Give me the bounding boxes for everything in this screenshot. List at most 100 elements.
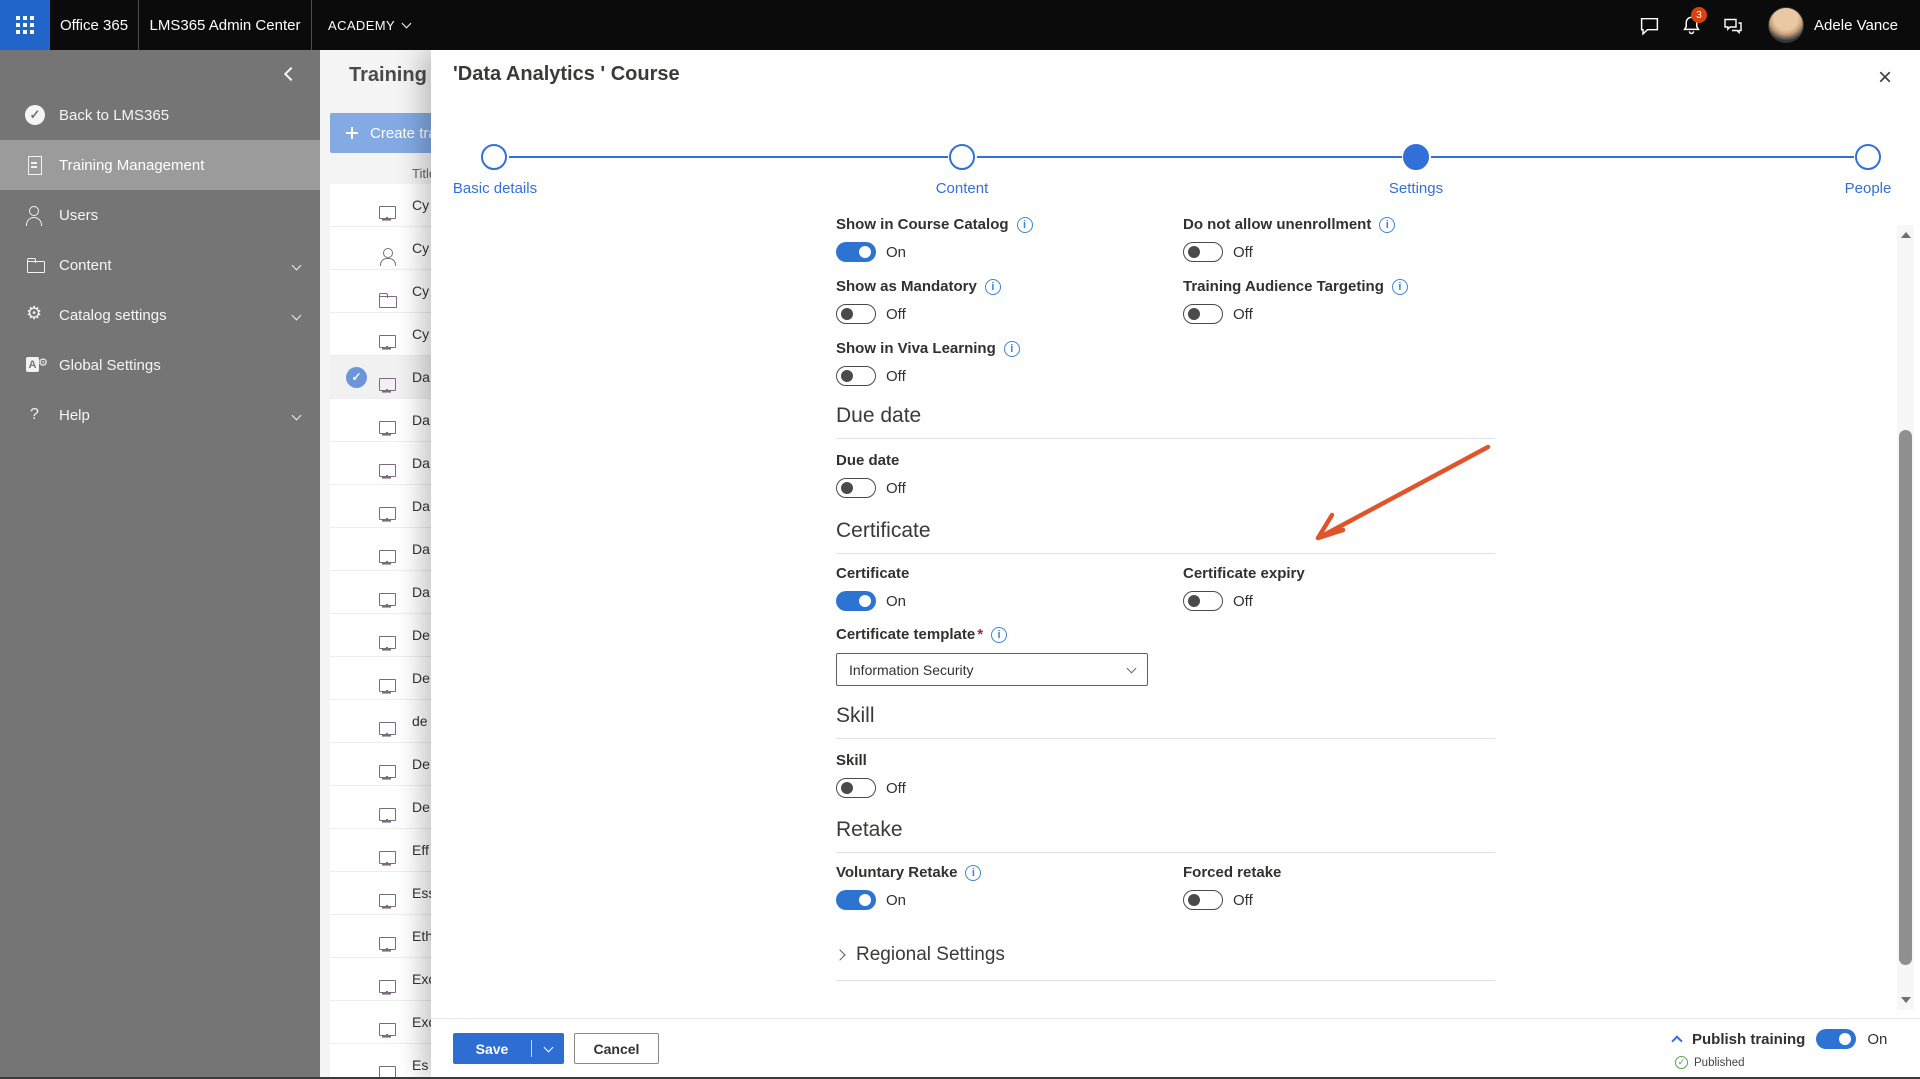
sidebar-item-label: Users [59, 206, 99, 224]
info-icon[interactable]: i [1003, 340, 1020, 357]
info-icon[interactable]: i [1391, 278, 1408, 295]
cancel-button[interactable]: Cancel [574, 1033, 659, 1064]
due-date-toggle[interactable] [836, 478, 876, 498]
step-basic-details-circle[interactable] [481, 144, 507, 170]
publish-training-toggle[interactable] [1816, 1029, 1857, 1049]
show-in-course-catalog-toggle[interactable] [836, 242, 876, 262]
publish-training-label: Publish training [1692, 1030, 1806, 1048]
suite-top-bar: Office 365 LMS365 Admin Center ACADEMY 3… [0, 0, 1920, 50]
certificate-toggle[interactable] [836, 591, 876, 611]
chevron-down-icon [291, 260, 302, 270]
chevron-up-icon[interactable] [1671, 1035, 1683, 1047]
list-item-title: Da [412, 498, 430, 514]
list-item-title: de [412, 713, 428, 729]
list-item-title: Da [412, 541, 430, 557]
chevron-down-icon [401, 18, 412, 28]
waffle-grid-icon [16, 16, 34, 34]
list-item-title: De [412, 756, 430, 772]
show-as-mandatory-toggle[interactable] [836, 304, 876, 324]
step-people-label[interactable]: People [1845, 180, 1892, 197]
required-asterisk: * [977, 626, 984, 643]
chevron-right-icon [834, 949, 846, 961]
close-icon[interactable]: × [1874, 62, 1896, 94]
users-icon [25, 205, 45, 226]
section-certificate: Certificate [836, 519, 1495, 554]
list-item-title: Eth [412, 928, 434, 944]
admin-sidebar: Back to LMS365 Training Management Users… [0, 50, 320, 1079]
forced-retake-toggle[interactable] [1183, 890, 1223, 910]
sidebar-item-label: Global Settings [59, 356, 161, 374]
user-avatar[interactable] [1768, 7, 1805, 43]
certificate-template-dropdown[interactable]: Information Security [836, 653, 1148, 686]
certificate-template-value: Information Security [849, 661, 974, 678]
list-item-title: De [412, 670, 430, 686]
field-show-as-mandatory: Show as Mandatory i Off [836, 278, 1176, 324]
info-icon[interactable]: i [1379, 216, 1396, 233]
save-dropdown-button[interactable] [532, 1042, 564, 1052]
skill-toggle[interactable] [836, 778, 876, 798]
folder-icon [25, 255, 45, 275]
save-button[interactable]: Save [453, 1033, 564, 1064]
info-icon[interactable]: i [1016, 216, 1033, 233]
sidebar-collapse-button[interactable] [280, 60, 302, 90]
training-audience-targeting-toggle[interactable] [1183, 304, 1223, 324]
list-item-title: Cy [412, 326, 430, 342]
list-item-title: Da [412, 369, 430, 385]
step-basic-details-label[interactable]: Basic details [453, 180, 537, 197]
scrollbar-up-arrow[interactable] [1897, 227, 1914, 243]
field-show-in-course-catalog: Show in Course Catalog i On [836, 216, 1176, 262]
published-check-icon [1675, 1056, 1688, 1069]
feedback-icon [1724, 18, 1742, 34]
step-content-label[interactable]: Content [936, 180, 989, 197]
sidebar-item[interactable]: Catalog settings [0, 290, 320, 340]
tenant-dropdown[interactable]: ACADEMY [312, 0, 426, 50]
chat-icon [1640, 17, 1658, 36]
scrollbar-thumb[interactable] [1899, 430, 1912, 965]
section-due-date: Due date [836, 404, 1495, 439]
info-icon[interactable]: i [991, 626, 1008, 643]
list-item-title: Cy [412, 197, 430, 213]
step-people-circle[interactable] [1855, 144, 1881, 170]
help-icon [25, 405, 45, 425]
app-launcher-icon[interactable] [0, 0, 50, 50]
gear-icon [25, 303, 45, 325]
list-item-title: Da [412, 412, 430, 428]
column-header-title[interactable]: Title [330, 166, 436, 181]
chevron-down-icon [1126, 663, 1137, 673]
info-icon[interactable]: i [965, 864, 982, 881]
field-voluntary-retake: Voluntary Retake i On [836, 864, 1176, 910]
feedback-button[interactable] [1712, 0, 1754, 50]
sidebar-item[interactable]: Users [0, 190, 320, 240]
step-settings-circle[interactable] [1403, 144, 1429, 170]
regional-settings-expander[interactable]: Regional Settings [834, 944, 1495, 981]
sidebar-item[interactable]: Back to LMS365 [0, 90, 320, 140]
chat-button[interactable] [1628, 0, 1670, 50]
scrollbar-down-arrow[interactable] [1897, 992, 1914, 1008]
sidebar-item[interactable]: Global Settings [0, 340, 320, 390]
list-item-title: De [412, 799, 430, 815]
plus-icon [346, 127, 358, 139]
step-content-circle[interactable] [949, 144, 975, 170]
notifications-button[interactable]: 3 [1670, 0, 1712, 50]
sidebar-item-label: Catalog settings [59, 306, 167, 324]
sidebar-item[interactable]: Help [0, 390, 320, 440]
chevron-down-icon [543, 1042, 553, 1052]
sidebar-item[interactable]: Content [0, 240, 320, 290]
step-settings-label[interactable]: Settings [1389, 180, 1443, 197]
scrollbar[interactable] [1897, 225, 1914, 1010]
office-365-link[interactable]: Office 365 [50, 0, 138, 50]
list-item-title: Eff [412, 842, 429, 858]
stepper-line [1431, 156, 1854, 158]
lms365-admin-center-link[interactable]: LMS365 Admin Center [139, 0, 311, 50]
modal-footer: Save Cancel Publish training On Publishe… [431, 1018, 1920, 1079]
sidebar-item-label: Back to LMS365 [59, 106, 170, 124]
show-in-viva-learning-toggle[interactable] [836, 366, 876, 386]
certificate-expiry-toggle[interactable] [1183, 591, 1223, 611]
user-name[interactable]: Adele Vance [1814, 17, 1898, 34]
sidebar-item[interactable]: Training Management [0, 140, 320, 190]
info-icon[interactable]: i [984, 278, 1001, 295]
field-certificate-expiry: Certificate expiry Off [1183, 565, 1305, 611]
do-not-allow-unenrollment-toggle[interactable] [1183, 242, 1223, 262]
voluntary-retake-toggle[interactable] [836, 890, 876, 910]
sidebar-item-label: Content [59, 256, 112, 274]
